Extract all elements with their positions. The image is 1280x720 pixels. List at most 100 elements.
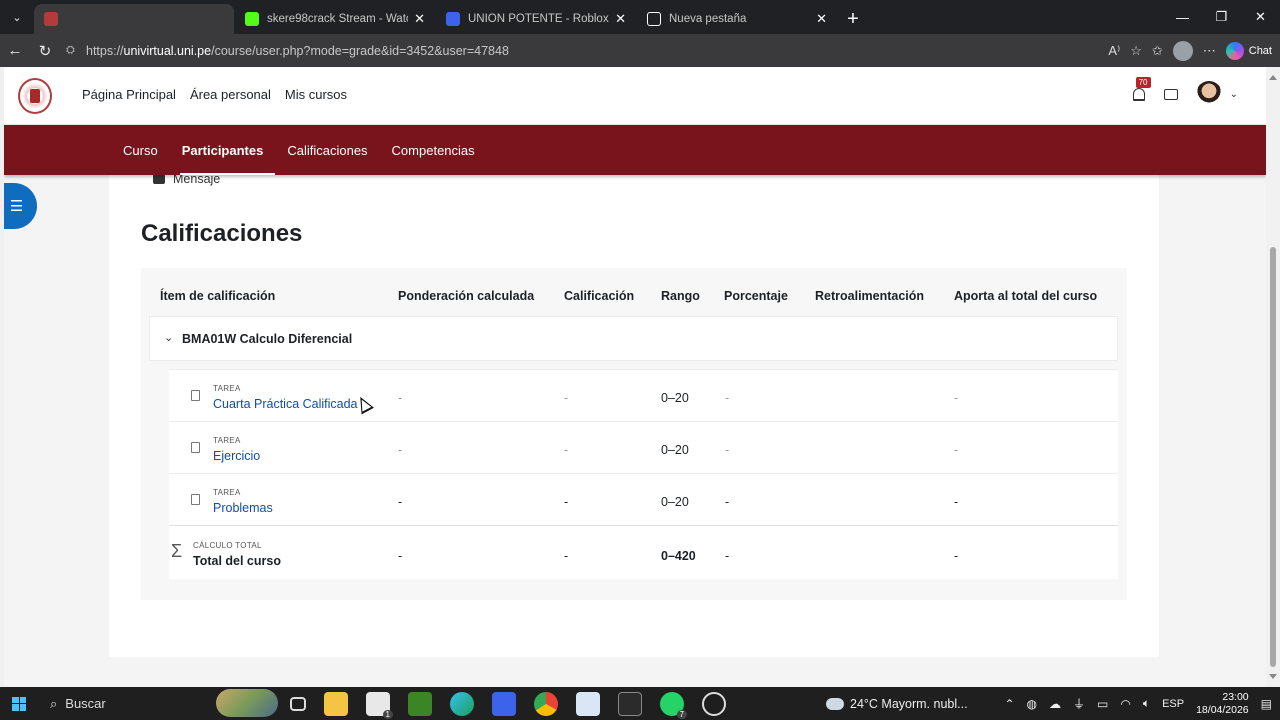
grade-report-table: Ítem de calificación Ponderación calcula… (141, 268, 1127, 600)
maximize-icon[interactable]: ❐ (1202, 0, 1241, 34)
usb-icon[interactable]: ⏚ (1073, 695, 1085, 712)
user-menu-toggle[interactable]: ⌄ (1195, 81, 1238, 107)
new-tab-plus-icon[interactable]: + (838, 4, 868, 34)
cell-weight: - (398, 495, 403, 509)
course-total-label: Total del curso (193, 554, 281, 568)
roblox-icon[interactable] (492, 691, 516, 716)
minecraft-icon[interactable] (408, 691, 432, 716)
notepad-icon[interactable] (576, 691, 600, 716)
item-name-link[interactable]: Problemas (213, 501, 273, 515)
battery-icon[interactable]: ▭ (1097, 697, 1108, 711)
column-header-grade: Calificación (564, 289, 635, 303)
tab-actions-menu-icon[interactable]: ⌄ (0, 0, 34, 34)
list-icon: ☰ (9, 198, 24, 215)
language-indicator[interactable]: ESP (1162, 698, 1184, 710)
favorites-icon[interactable]: ✩ (1152, 43, 1163, 59)
read-aloud-icon[interactable]: A⁾ (1108, 43, 1120, 59)
cell-percentage: - (725, 549, 730, 563)
cell-percentage: - (725, 443, 730, 457)
cell-contribution: - (954, 443, 959, 457)
browser-tab-bar: ⌄ skere98crack Stream - Watch Live ✕ UNI… (0, 0, 1280, 34)
chevron-down-icon[interactable]: ⌄ (164, 331, 173, 344)
edge-icon[interactable] (450, 691, 474, 716)
chrome-icon[interactable] (534, 691, 558, 716)
browser-toolbar: A⁾ ☆ ✩ ⋯ Chat (1108, 34, 1272, 67)
tab-participantes[interactable]: Participantes (170, 125, 276, 175)
whatsapp-badge: 7 (676, 709, 687, 719)
scrollbar-thumb[interactable] (1270, 247, 1276, 667)
cell-grade: - (564, 495, 569, 509)
scroll-down-icon[interactable] (1269, 674, 1277, 679)
weather-widget[interactable]: 24°C Mayorm. nubl... (823, 687, 968, 720)
cell-range: 0–20 (661, 495, 689, 509)
web-page: Página Principal Área personal Mis curso… (4, 67, 1266, 687)
chat-label: Chat (1248, 44, 1272, 57)
cell-grade: - (564, 443, 569, 457)
course-secondary-nav: Curso Participantes Calificaciones Compe… (4, 125, 1266, 175)
close-tab-icon[interactable]: ✕ (615, 11, 626, 27)
url-prefix: https:// (86, 43, 124, 58)
minimize-icon[interactable]: — (1163, 0, 1202, 34)
cell-weight: - (398, 443, 403, 457)
url-field[interactable]: ⛭ https://univirtual.uni.pe/course/user.… (66, 38, 1066, 64)
cell-weight: - (398, 391, 403, 405)
cloud-icon[interactable]: ☁ (1049, 697, 1061, 711)
item-type: TAREA (213, 384, 241, 393)
user-menu-area: 70 ⌄ (1130, 77, 1238, 107)
search-highlight-image[interactable] (216, 689, 278, 717)
uni-logo[interactable] (18, 78, 52, 114)
page-scrollbar[interactable] (1266, 67, 1280, 687)
close-tab-icon[interactable]: ✕ (816, 11, 827, 27)
tray-app-icon[interactable]: ◍ (1027, 697, 1037, 711)
tab-kick-stream[interactable]: skere98crack Stream - Watch Live ✕ (235, 4, 435, 34)
clock[interactable]: 23:00 18/04/2026 (1196, 691, 1249, 717)
page-title: Calificaciones (141, 220, 303, 247)
course-index-toggle-button[interactable]: ☰ (4, 183, 37, 229)
table-row: TAREA Cuarta Práctica Calificada - - 0–2… (169, 369, 1118, 421)
scroll-up-icon[interactable] (1269, 75, 1277, 80)
profile-icon[interactable] (1172, 40, 1193, 61)
terminal-icon[interactable] (618, 691, 642, 716)
back-arrow-icon[interactable]: ← (0, 36, 30, 66)
cell-percentage: - (725, 495, 730, 509)
whatsapp-icon[interactable]: 7 (660, 691, 687, 719)
tab-curso[interactable]: Curso (111, 125, 170, 175)
reload-icon[interactable]: ↻ (30, 36, 60, 66)
tab-new-tab[interactable]: Nueva pestaña ✕ (637, 4, 837, 34)
close-window-icon[interactable]: ✕ (1241, 0, 1280, 34)
volume-icon[interactable]: 🔈︎ (1143, 696, 1150, 711)
column-header-feedback: Retroalimentación (815, 289, 925, 303)
nav-link-dashboard[interactable]: Área personal (190, 87, 271, 102)
nav-link-my-courses[interactable]: Mis cursos (285, 87, 347, 102)
chevron-up-icon[interactable]: ⌃ (1004, 697, 1014, 711)
column-header-weight: Ponderación calculada (398, 289, 535, 303)
site-info-icon[interactable]: ⛭ (66, 44, 86, 57)
cell-grade: - (564, 391, 569, 405)
nav-link-home[interactable]: Página Principal (82, 87, 176, 102)
copilot-chat-button[interactable]: Chat (1225, 41, 1272, 60)
item-name-link[interactable]: Cuarta Práctica Calificada (213, 397, 358, 411)
chevron-down-icon: ⌄ (1229, 88, 1238, 100)
start-button[interactable] (0, 687, 38, 720)
store-icon[interactable]: 1 (366, 691, 393, 719)
notification-bell-icon[interactable]: 70 (1130, 77, 1151, 102)
wifi-icon[interactable]: ◠ (1120, 697, 1130, 711)
favorite-star-icon[interactable]: ☆ (1130, 43, 1142, 59)
notifications-icon[interactable]: ▤ (1261, 697, 1272, 711)
tab-competencias[interactable]: Competencias (380, 125, 487, 175)
main-content: Mensaje Calificaciones Ítem de calificac… (109, 172, 1159, 657)
category-row[interactable]: ⌄ BMA01W Calculo Diferencial (149, 316, 1118, 361)
obs-icon[interactable] (702, 691, 726, 716)
system-tray: ⌃ ◍ ☁ ⏚ ▭ ◠ 🔈︎ ESP 23:00 18/04/2026 ▤ (1004, 687, 1272, 720)
tab-roblox[interactable]: UNION POTENTE - Roblox ✕ (436, 4, 636, 34)
task-view-icon[interactable] (290, 696, 306, 711)
tab-univirtual[interactable] (34, 4, 234, 34)
messages-icon[interactable] (1163, 88, 1178, 100)
more-options-icon[interactable]: ⋯ (1203, 43, 1216, 59)
file-explorer-icon[interactable] (324, 691, 348, 716)
clock-time: 23:00 (1222, 690, 1249, 703)
close-tab-icon[interactable]: ✕ (414, 11, 425, 27)
tab-calificaciones[interactable]: Calificaciones (275, 125, 379, 175)
category-name: BMA01W Calculo Diferencial (182, 332, 353, 346)
item-name-link[interactable]: Ejercicio (213, 449, 260, 463)
